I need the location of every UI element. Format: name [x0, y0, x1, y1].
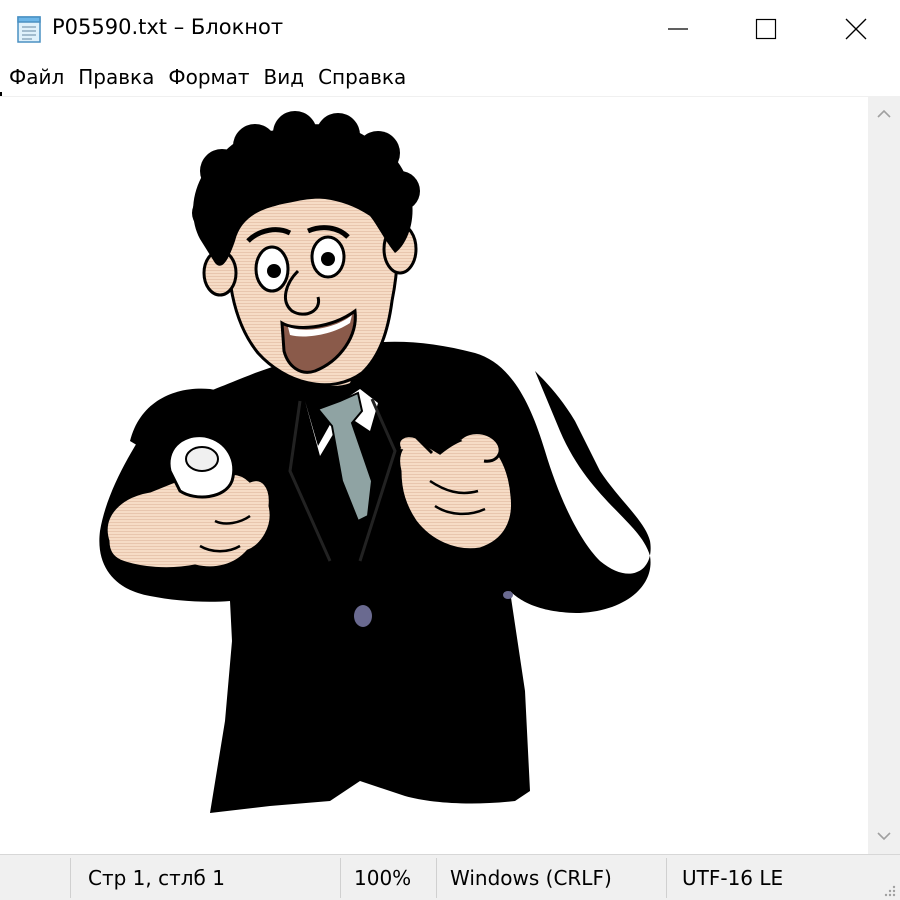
resize-grip-icon[interactable] — [882, 883, 896, 897]
hair-curl — [192, 195, 228, 231]
left-pupil — [267, 264, 281, 278]
title-bar[interactable]: P05590.txt – Блокнот — [0, 0, 900, 58]
scroll-down-button[interactable] — [868, 818, 900, 854]
status-zoom: 100% — [354, 866, 412, 890]
menu-help[interactable]: Справка — [310, 58, 412, 96]
hair-curl — [233, 124, 277, 168]
minimize-icon — [668, 28, 688, 30]
window-title: P05590.txt – Блокнот — [52, 15, 284, 39]
status-divider — [340, 858, 341, 898]
notepad-window: P05590.txt – Блокнот Файл Правка Формат … — [0, 0, 900, 900]
status-divider — [70, 858, 71, 898]
status-divider — [436, 858, 437, 898]
maximize-button[interactable] — [720, 0, 812, 58]
maximize-icon — [755, 18, 777, 40]
status-bar: Стр 1, стлб 1 100% Windows (CRLF) UTF-16… — [0, 854, 900, 900]
close-button[interactable] — [810, 0, 900, 58]
menu-edit[interactable]: Правка — [70, 58, 160, 96]
status-line-endings: Windows (CRLF) — [450, 866, 612, 890]
chevron-down-icon — [877, 832, 891, 841]
notepad-icon — [17, 16, 41, 43]
menu-file[interactable]: Файл — [0, 58, 70, 96]
text-editor-area[interactable] — [0, 96, 868, 855]
minimize-button[interactable] — [632, 0, 724, 58]
hair-curl — [356, 131, 400, 175]
vertical-scrollbar[interactable] — [868, 96, 900, 854]
hair-curl — [316, 113, 360, 157]
right-pupil — [321, 252, 335, 266]
chevron-up-icon — [877, 109, 891, 118]
menu-format[interactable]: Формат — [160, 58, 255, 96]
jacket-button — [354, 605, 372, 627]
scroll-up-button[interactable] — [868, 96, 900, 132]
close-icon — [845, 18, 867, 40]
status-divider — [666, 858, 667, 898]
hair-curl — [380, 171, 420, 211]
status-cursor-position: Стр 1, стлб 1 — [88, 866, 225, 890]
menu-view[interactable]: Вид — [256, 58, 311, 96]
ascii-art-businessman — [99, 111, 651, 813]
fingernail — [185, 446, 219, 472]
sleeve-button — [503, 591, 513, 599]
hair-curl — [273, 111, 317, 155]
status-encoding: UTF-16 LE — [682, 866, 784, 890]
menu-bar: Файл Правка Формат Вид Справка — [0, 58, 900, 96]
